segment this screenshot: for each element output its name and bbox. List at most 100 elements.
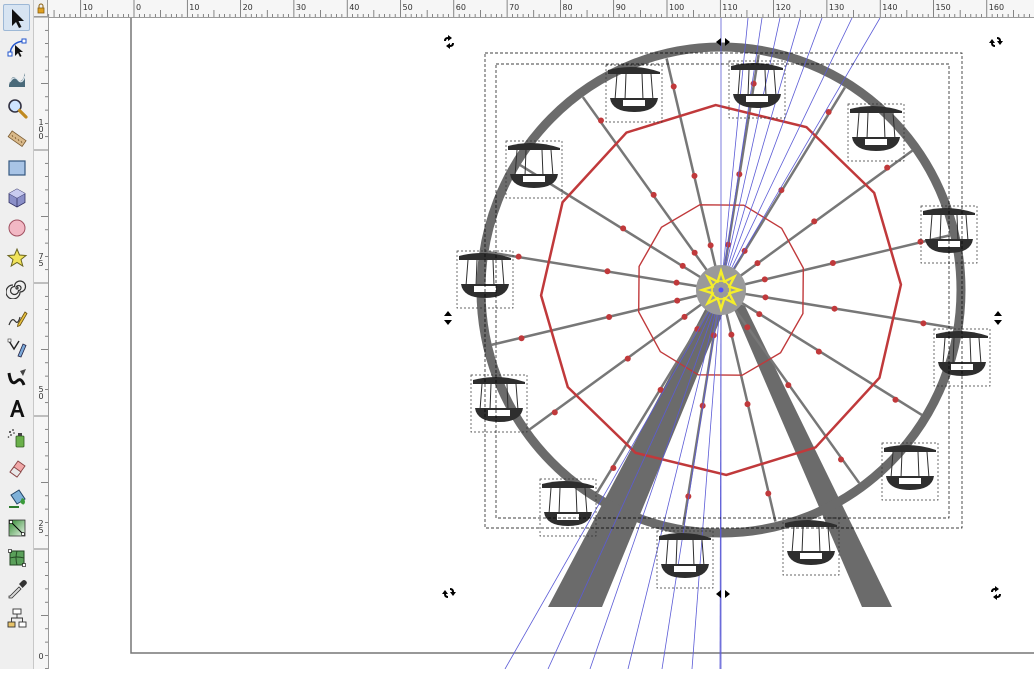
ellipse-tool[interactable] xyxy=(3,214,30,241)
rotation-center-icon[interactable] xyxy=(718,287,724,293)
spoke-node xyxy=(670,83,677,90)
spray-can-icon xyxy=(7,428,24,447)
lock-guides-icon[interactable] xyxy=(34,0,48,17)
spoke-node xyxy=(744,401,751,408)
spoke-node xyxy=(551,409,558,416)
ruler-label: 20 xyxy=(242,3,253,12)
spoke-node xyxy=(518,335,525,342)
cabin-window xyxy=(746,96,768,102)
paint-bucket-icon xyxy=(8,488,26,508)
pencil-tool[interactable] xyxy=(3,304,30,331)
connector-tool[interactable] xyxy=(3,604,30,631)
spoke-node xyxy=(785,382,792,389)
cabin-roof xyxy=(884,444,936,452)
spoke-node xyxy=(610,464,617,471)
cabin-roof xyxy=(508,142,560,150)
ruler-label: 100 xyxy=(669,3,685,12)
mesh-tool[interactable] xyxy=(3,544,30,571)
cabin-window xyxy=(488,410,510,416)
ruler-label: 160 xyxy=(988,3,1005,12)
cabin-frame xyxy=(791,526,831,554)
ruler-label: 150 xyxy=(935,3,951,12)
skew-handle-bottom-icon[interactable] xyxy=(716,590,730,598)
skew-handle-right-icon[interactable] xyxy=(994,311,1002,325)
pen-tool[interactable] xyxy=(3,334,30,361)
guide-line xyxy=(589,289,722,669)
ruler-label: 120 xyxy=(775,3,791,12)
gondola-cabin[interactable] xyxy=(605,64,663,123)
cabin-window xyxy=(674,566,696,572)
magnifier-icon xyxy=(7,98,28,119)
rotate-handle-bottom-right-icon[interactable] xyxy=(991,586,1001,600)
spray-tool[interactable] xyxy=(3,424,30,451)
gradient-tool[interactable] xyxy=(3,514,30,541)
ruler-label: 130 xyxy=(828,3,845,12)
ruler-icon xyxy=(7,129,27,147)
mesh-icon xyxy=(7,548,26,567)
gondola-cabin[interactable] xyxy=(656,530,714,589)
spoke-node xyxy=(756,311,763,318)
spoke-node xyxy=(765,490,772,497)
vertical-ruler[interactable]: 100 75 50 25 0 xyxy=(34,16,49,670)
spoke-node xyxy=(650,191,657,198)
rotate-handle-top-right-icon[interactable] xyxy=(989,37,1003,47)
rectangle-tool[interactable] xyxy=(3,154,30,181)
spoke-node xyxy=(762,294,769,301)
spoke-node xyxy=(917,238,924,245)
gondola-cabin[interactable] xyxy=(539,478,597,537)
gondola-cabin[interactable] xyxy=(881,442,939,501)
ruler-label: 10 xyxy=(82,3,93,12)
dropper-tool[interactable] xyxy=(3,574,30,601)
calligraphy-tool[interactable] xyxy=(3,364,30,391)
spoke-node xyxy=(515,253,522,260)
gondola-cabin[interactable] xyxy=(847,103,905,162)
selector-tool[interactable] xyxy=(3,4,30,31)
ruler-label: 50 xyxy=(38,385,44,401)
eyedropper-icon xyxy=(8,579,27,598)
node-tool[interactable] xyxy=(3,33,30,60)
spoke-node xyxy=(674,297,681,304)
horizontal-ruler[interactable]: 10 0 10 20 30 40 50 60 70 80 90 100 110 120 130 140 150 1… xyxy=(48,0,1034,18)
3d-box-tool[interactable] xyxy=(3,184,30,211)
cabin-frame xyxy=(665,539,705,567)
spoke-node xyxy=(597,117,604,124)
spoke-node xyxy=(892,396,899,403)
ruler-label: 75 xyxy=(38,252,44,268)
text-tool[interactable] xyxy=(3,394,30,421)
zoom-tool[interactable] xyxy=(3,94,30,121)
spoke-node xyxy=(829,259,836,266)
spoke-node xyxy=(811,218,818,225)
drawing-canvas[interactable] xyxy=(49,18,1034,669)
gondola-cabin[interactable] xyxy=(782,517,840,576)
ruler-label: 110 xyxy=(722,3,738,12)
rotate-handle-top-left-icon[interactable] xyxy=(444,35,454,49)
circle-icon xyxy=(8,219,25,236)
skew-handle-left-icon[interactable] xyxy=(444,311,452,325)
pen-bezier-icon xyxy=(7,338,27,357)
ruler-label: 0 xyxy=(38,652,44,661)
spoke-node xyxy=(620,225,627,232)
guide-line xyxy=(720,18,763,291)
measure-tool[interactable] xyxy=(3,124,30,151)
ruler-label: 25 xyxy=(38,519,44,535)
cabin-frame xyxy=(737,69,777,97)
star-icon xyxy=(6,247,27,267)
paint-bucket-tool[interactable] xyxy=(3,484,30,511)
spiral-tool[interactable] xyxy=(3,274,30,301)
cabin-roof xyxy=(850,105,902,113)
ferris-wheel-drawing[interactable] xyxy=(49,18,1034,669)
ruler-label: 50 xyxy=(402,3,413,12)
spoke-node xyxy=(920,320,927,327)
rotate-handle-bottom-left-icon[interactable] xyxy=(442,588,456,598)
vertical-ruler-ticks xyxy=(34,16,48,670)
tweak-tool[interactable] xyxy=(3,64,30,91)
calligraphy-nib-icon xyxy=(7,368,26,386)
star-tool[interactable] xyxy=(3,244,30,271)
spoke-node xyxy=(761,276,768,283)
spoke-node xyxy=(838,456,845,463)
eraser-tool[interactable] xyxy=(3,454,30,481)
guide-line xyxy=(504,289,722,669)
arrow-pointer-icon xyxy=(11,8,24,28)
spoke-node xyxy=(707,242,714,249)
connector-diagram-icon xyxy=(7,608,26,627)
